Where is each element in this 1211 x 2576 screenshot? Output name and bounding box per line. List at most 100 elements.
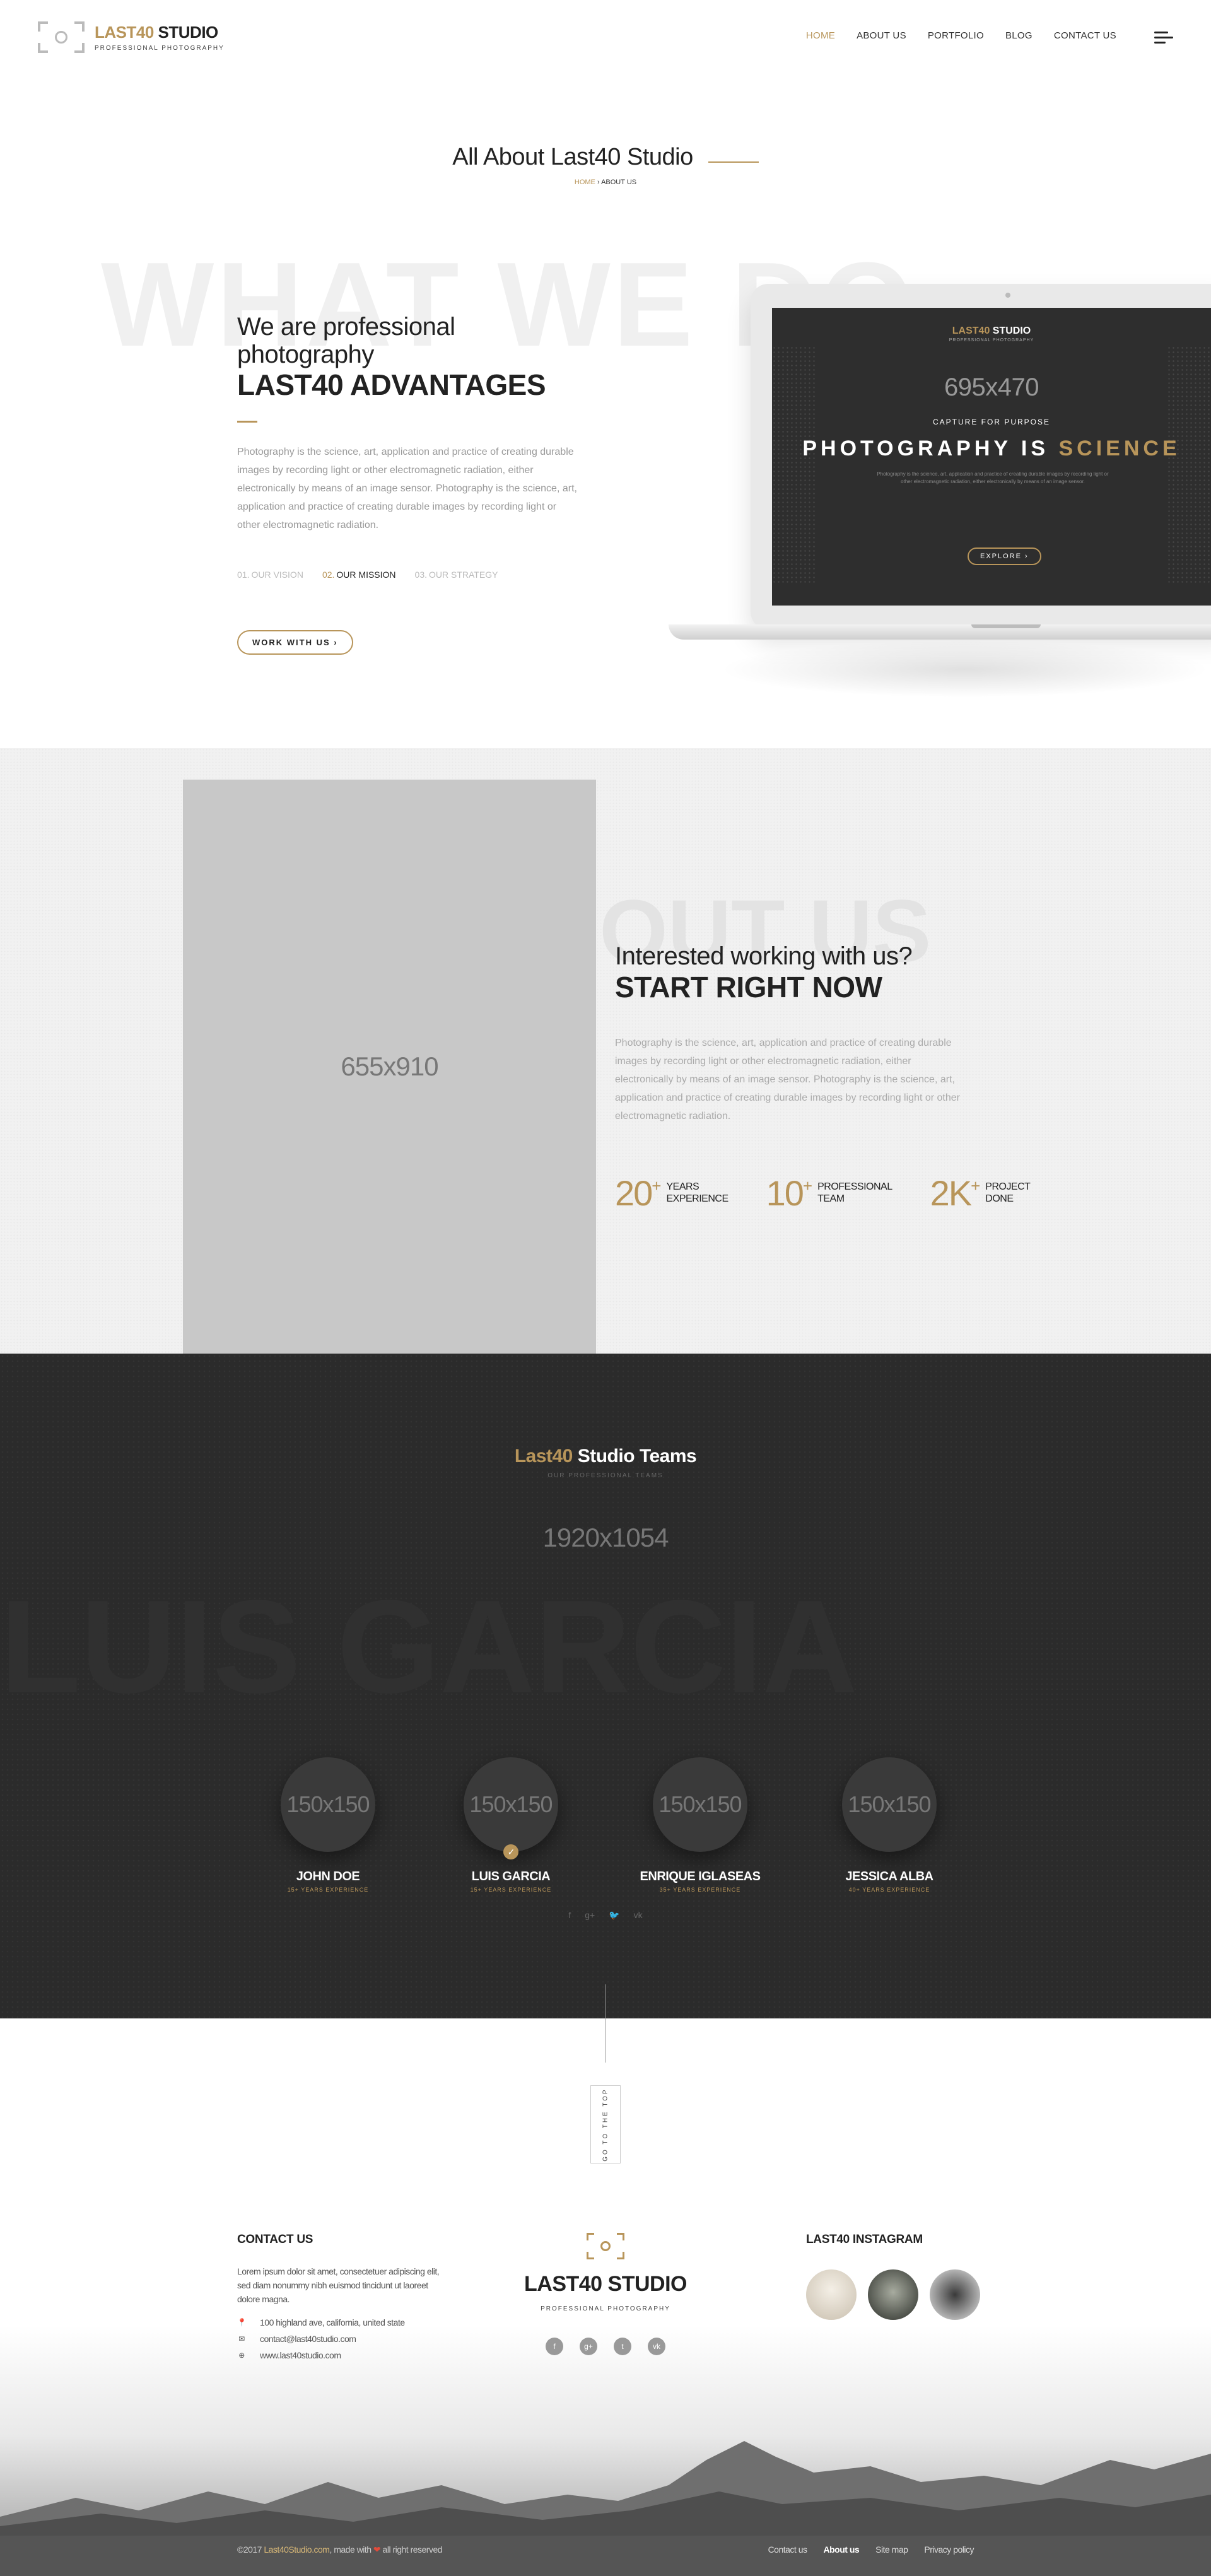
- member-name: ENRIQUE IGLASEAS: [640, 1870, 761, 1883]
- about-body: Photography is the science, art, applica…: [615, 1037, 960, 1121]
- breadcrumb: HOME › ABOUT US: [0, 179, 1211, 186]
- avatar: 150x150: [653, 1757, 747, 1852]
- instagram-title: LAST40 INSTAGRAM: [806, 2233, 923, 2246]
- work-with-us-button[interactable]: WORK WITH US ›: [237, 629, 353, 655]
- instagram-photo[interactable]: [806, 2269, 857, 2320]
- footer-link-sitemap[interactable]: Site map: [875, 2544, 908, 2555]
- team-subtitle: OUR PROFESSIONAL TEAMS: [547, 1472, 664, 1479]
- google-plus-icon[interactable]: g+: [580, 2338, 597, 2355]
- tab-our-mission[interactable]: 02. OUR MISSION: [322, 570, 396, 580]
- facebook-icon[interactable]: f: [568, 1910, 571, 1921]
- mountains-image: [0, 2441, 1211, 2536]
- footer-logo-name: LAST40 STUDIO: [524, 2272, 687, 2296]
- twitter-icon[interactable]: t: [614, 2338, 631, 2355]
- footer-instagram: LAST40 INSTAGRAM: [806, 2233, 980, 2320]
- about-section: 655x910 OUT US Interested working with u…: [0, 748, 1211, 1354]
- footer-link-about[interactable]: About us: [824, 2544, 860, 2555]
- screen-image-dimension: 695x470: [944, 373, 1039, 401]
- team-background-word: LUIS GARCIA: [0, 1572, 858, 1721]
- member-experience: 15+ YEARS EXPERIENCE: [287, 1887, 369, 1893]
- member-name: JESSICA ALBA: [845, 1870, 933, 1883]
- go-to-top-button[interactable]: GO TO THE TOP: [590, 2085, 621, 2163]
- member-experience: 40+ YEARS EXPERIENCE: [848, 1887, 930, 1893]
- advantages-divider: [237, 420, 257, 423]
- footer-socials: f g+ t vk: [517, 2338, 694, 2355]
- screen-caption: CAPTURE FOR PURPOSE: [932, 418, 1051, 426]
- check-icon: ✓: [503, 1844, 518, 1859]
- member-name: LUIS GARCIA: [471, 1870, 551, 1883]
- footer-website[interactable]: ⊕ www.last40studio.com: [237, 2350, 452, 2360]
- footer-logo: LAST40 STUDIO PROFESSIONAL PHOTOGRAPHY f…: [517, 2233, 694, 2355]
- nav-home[interactable]: HOME: [806, 30, 835, 41]
- stat-years: 20+ YEARS EXPERIENCE: [615, 1173, 728, 1213]
- footer-email[interactable]: ✉ contact@last40studio.com: [237, 2334, 452, 2344]
- instagram-photo[interactable]: [868, 2269, 918, 2320]
- footer-links: Contact us About us Site map Privacy pol…: [768, 2544, 974, 2555]
- member-name: JOHN DOE: [296, 1870, 360, 1883]
- team-member-luis-garcia[interactable]: 150x150 ✓ LUIS GARCIA 15+ YEARS EXPERIENC…: [448, 1757, 574, 1893]
- breadcrumb-current: ABOUT US: [601, 179, 637, 186]
- team-image-dimension: 1920x1054: [542, 1523, 669, 1552]
- advantages-body: Photography is the science, art, applica…: [237, 446, 577, 530]
- nav-about-us[interactable]: ABOUT US: [857, 30, 906, 41]
- twitter-icon[interactable]: 🐦: [609, 1910, 619, 1921]
- footer-contact-title: CONTACT US: [237, 2233, 313, 2246]
- screen-text: Photography is the science, art, applica…: [877, 471, 1109, 484]
- heart-icon: ❤: [373, 2544, 381, 2555]
- screen-headline: PHOTOGRAPHY IS SCIENCE: [802, 436, 1181, 460]
- team-member-jessica-alba[interactable]: 150x150 JESSICA ALBA 40+ YEARS EXPERIENC…: [826, 1757, 952, 1893]
- footer-contact: CONTACT US Lorem ipsum dolor sit amet, c…: [237, 2233, 452, 2360]
- breadcrumb-separator: ›: [597, 179, 600, 186]
- footer-contact-text: Lorem ipsum dolor sit amet, consectetuer…: [237, 2266, 440, 2304]
- location-icon: 📍: [237, 2318, 247, 2327]
- camera-frame-icon: [587, 2233, 624, 2259]
- advantages-subheading: LAST40 ADVANTAGES: [237, 368, 546, 401]
- member-experience: 15+ YEARS EXPERIENCE: [470, 1887, 552, 1893]
- vk-icon[interactable]: vk: [648, 2338, 665, 2355]
- laptop-screen: LAST40 STUDIO PROFESSIONAL PHOTOGRAPHY 69…: [772, 308, 1211, 606]
- footer-link-privacy[interactable]: Privacy policy: [924, 2544, 974, 2555]
- site-header: LAST40 STUDIO PROFESSIONAL PHOTOGRAPHY H…: [0, 0, 1211, 74]
- explore-button[interactable]: EXPLORE ›: [968, 547, 1041, 565]
- about-photo-placeholder: 655x910: [183, 780, 596, 1354]
- google-plus-icon[interactable]: g+: [585, 1910, 595, 1921]
- member-socials: f g+ 🐦 vk: [467, 1910, 744, 1921]
- stat-projects: 2K+ PROJECT DONE: [930, 1173, 1031, 1213]
- facebook-icon[interactable]: f: [546, 2338, 563, 2355]
- screen-logo: LAST40 STUDIO PROFESSIONAL PHOTOGRAPHY: [949, 325, 1034, 342]
- footer-link-contact[interactable]: Contact us: [768, 2544, 807, 2555]
- team-title: Last40 Studio Teams: [514, 1446, 697, 1467]
- nav-blog[interactable]: BLOG: [1005, 30, 1033, 41]
- globe-icon: ⊕: [238, 2351, 245, 2360]
- copyright: ©2017 Last40Studio.com, made with ❤ all …: [237, 2544, 443, 2555]
- page-title: All About Last40 Studio: [452, 144, 693, 170]
- team-member-enrique-iglaseas[interactable]: 150x150 ENRIQUE IGLASEAS 35+ YEARS EXPER…: [637, 1757, 763, 1893]
- team-member-john-doe[interactable]: 150x150 JOHN DOE 15+ YEARS EXPERIENCE: [265, 1757, 391, 1893]
- advantages-heading: We are professional photography: [237, 313, 455, 368]
- avatar: 150x150: [842, 1757, 937, 1852]
- breadcrumb-home[interactable]: HOME: [575, 179, 595, 186]
- tab-our-vision[interactable]: 01. OUR VISION: [237, 570, 303, 580]
- menu-icon[interactable]: [1154, 32, 1173, 44]
- copyright-bar: [0, 2536, 1211, 2576]
- instagram-thumbnails: [806, 2269, 980, 2320]
- footer-logo-tagline: PROFESSIONAL PHOTOGRAPHY: [541, 2305, 670, 2312]
- title-rule: [708, 161, 759, 163]
- nav-portfolio[interactable]: PORTFOLIO: [928, 30, 984, 41]
- mail-icon: ✉: [238, 2334, 245, 2343]
- logo-tagline: PROFESSIONAL PHOTOGRAPHY: [95, 45, 225, 52]
- copyright-link[interactable]: Last40Studio.com: [264, 2544, 330, 2555]
- tab-our-strategy[interactable]: 03. OUR STRATEGY: [415, 570, 498, 580]
- about-heading: Interested working with us?: [615, 942, 913, 970]
- logo-text: LAST40 STUDIO PROFESSIONAL PHOTOGRAPHY: [95, 23, 225, 52]
- camera-frame-icon: [38, 21, 85, 53]
- instagram-photo[interactable]: [930, 2269, 980, 2320]
- site-logo[interactable]: LAST40 STUDIO PROFESSIONAL PHOTOGRAPHY: [38, 21, 225, 53]
- stats-row: 20+ YEARS EXPERIENCE 10+ PROFESSIONAL TEAM…: [615, 1173, 1031, 1213]
- stat-team: 10+ PROFESSIONAL TEAM: [766, 1173, 892, 1213]
- advantages-tabs: 01. OUR VISION 02. OUR MISSION 03. OUR STRA…: [237, 570, 578, 580]
- laptop-mockup: LAST40 STUDIO PROFESSIONAL PHOTOGRAPHY 69…: [669, 284, 1211, 698]
- nav-contact-us[interactable]: CONTACT US: [1054, 30, 1116, 41]
- team-section: Last40 Studio Teams OUR PROFESSIONAL TEA…: [0, 1354, 1211, 2018]
- vk-icon[interactable]: vk: [634, 1910, 643, 1921]
